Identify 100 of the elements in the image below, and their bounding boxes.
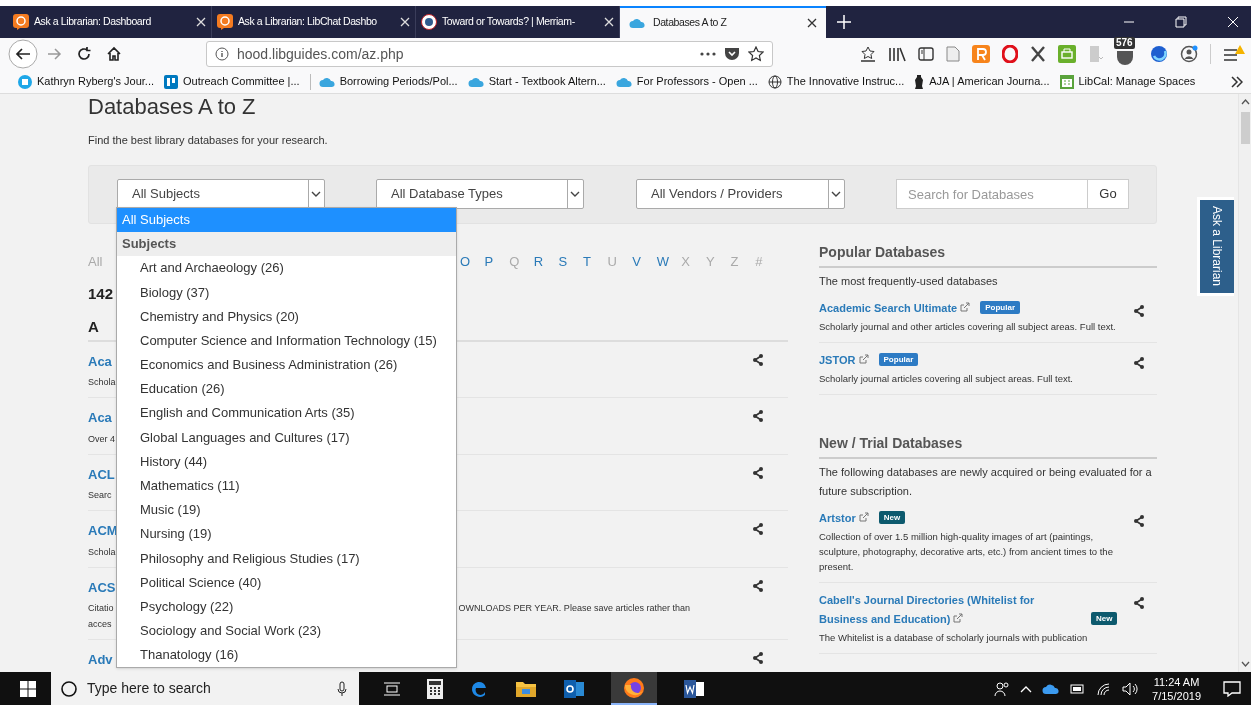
menu-icon[interactable] — [1223, 45, 1245, 63]
firefox-icon[interactable] — [623, 676, 645, 699]
chevron-up-icon[interactable] — [1020, 684, 1033, 693]
share-icon[interactable] — [752, 523, 764, 535]
dropdown-option[interactable]: Art and Archaeology (26) — [117, 256, 456, 281]
dropdown-option[interactable]: Psychology (22) — [117, 594, 456, 619]
clock-date[interactable]: 7/15/2019 — [1152, 688, 1201, 703]
share-icon[interactable] — [752, 466, 764, 479]
dropdown-option[interactable]: Thanatology (16) — [117, 643, 456, 668]
chevron-right-icon[interactable] — [1231, 75, 1243, 88]
dropdown-option[interactable]: Biology (37) — [117, 280, 456, 305]
letter-link[interactable]: V — [632, 251, 657, 272]
share-icon[interactable] — [1133, 304, 1145, 317]
share-icon[interactable] — [1133, 356, 1145, 369]
dropdown-option[interactable]: Economics and Business Administration (26) — [117, 352, 456, 377]
notification-icon[interactable] — [1223, 680, 1241, 697]
back-icon[interactable] — [8, 39, 38, 69]
task-view-icon[interactable] — [383, 680, 401, 697]
database-link[interactable]: Aca — [88, 351, 112, 371]
globe-swirl-icon[interactable] — [1150, 45, 1168, 63]
share-icon[interactable] — [752, 579, 764, 592]
select-field[interactable]: All Database Types — [376, 179, 584, 209]
bookmark[interactable]: Borrowing Periods/Pol... — [318, 73, 458, 90]
dropdown-option[interactable]: History (44) — [117, 449, 456, 474]
address-bar[interactable]: hood.libguides.com/az.php — [206, 41, 773, 67]
go-button[interactable]: Go — [1088, 179, 1129, 209]
library-icon[interactable] — [888, 46, 906, 62]
speaker-icon[interactable] — [1122, 681, 1139, 696]
account-icon[interactable] — [1180, 45, 1198, 63]
word-icon[interactable] — [683, 678, 705, 699]
share-icon[interactable] — [752, 651, 764, 664]
opera-icon[interactable] — [1002, 45, 1018, 63]
letter-link[interactable]: T — [582, 251, 608, 272]
bookmark[interactable]: Kathryn Ryberg's Jour... — [18, 73, 155, 90]
database-link[interactable]: Adv — [88, 649, 113, 669]
search-field[interactable]: Search for Databases — [896, 179, 1088, 209]
share-icon[interactable] — [752, 410, 764, 422]
ask-a-librarian-tab[interactable]: Ask a Librarian — [1200, 200, 1234, 293]
dropdown-option[interactable]: Sociology and Social Work (23) — [117, 618, 456, 643]
reload-icon[interactable] — [76, 46, 92, 62]
database-link[interactable]: ACS — [88, 577, 116, 597]
letter-link[interactable]: S — [558, 251, 583, 272]
bookmark[interactable]: For Professors - Open ... — [615, 73, 758, 90]
dropdown-option[interactable]: Philosophy and Religious Studies (17) — [117, 546, 456, 571]
letter-link[interactable]: P — [484, 251, 510, 272]
dropdown-option[interactable]: Music (19) — [117, 497, 456, 523]
share-icon[interactable] — [1133, 596, 1145, 609]
letter-link[interactable]: W — [656, 251, 682, 272]
pocket-icon[interactable] — [724, 46, 740, 62]
x-icon[interactable] — [1030, 46, 1046, 62]
bookmark[interactable]: The Innovative Instruc... — [767, 73, 905, 90]
database-link[interactable]: ACL — [88, 464, 115, 484]
star-icon[interactable] — [748, 46, 764, 62]
bookmark[interactable]: Start - Textbook Altern... — [467, 73, 606, 90]
dropdown-option[interactable]: Chemistry and Physics (20) — [117, 304, 456, 329]
cloud-icon[interactable] — [1042, 682, 1061, 695]
shield-icon[interactable] — [1116, 49, 1134, 65]
dropdown-option[interactable]: Mathematics (11) — [117, 473, 456, 498]
new-tab-icon[interactable] — [837, 15, 851, 29]
dropdown-option[interactable]: English and Communication Arts (35) — [117, 401, 456, 426]
outlook-icon[interactable] — [563, 678, 585, 699]
sidebar-icon[interactable] — [918, 47, 934, 61]
restore-icon[interactable] — [1175, 16, 1187, 28]
microphone-icon[interactable] — [337, 680, 347, 697]
database-link[interactable]: JSTOR — [819, 350, 869, 370]
scroll-up-icon[interactable] — [1240, 98, 1250, 106]
database-link[interactable]: Academic Search Ultimate — [819, 298, 971, 318]
share-icon[interactable] — [1133, 514, 1145, 527]
database-link[interactable]: Cabell's Journal Directories (Whitelist for Business and Education) — [819, 590, 1081, 629]
windows-start-icon[interactable] — [20, 680, 36, 697]
dropdown-option[interactable]: Computer Science and Information Technology (15) — [117, 328, 456, 353]
calculator-icon[interactable] — [427, 678, 443, 699]
dropdown-option[interactable]: Global Languages and Cultures (17) — [117, 425, 456, 450]
close-icon[interactable] — [807, 18, 817, 28]
taskbar-search-field[interactable]: Type here to search — [51, 672, 359, 705]
folder-icon[interactable] — [515, 679, 537, 698]
bookmark[interactable]: AJA | American Journa... — [914, 73, 1050, 90]
dropdown-option[interactable]: Education (26) — [117, 376, 456, 402]
share-icon[interactable] — [752, 353, 764, 366]
letter-link[interactable]: R — [533, 251, 559, 272]
more-icon[interactable] — [700, 52, 716, 56]
database-link[interactable]: Artstor — [819, 508, 869, 528]
clock-time[interactable]: 11:24 AM — [1153, 674, 1200, 689]
dropdown-option[interactable]: Nursing (19) — [117, 522, 456, 547]
select-field[interactable]: All Subjects — [117, 179, 325, 209]
database-link[interactable]: Aca — [88, 408, 112, 428]
download-star-icon[interactable] — [860, 46, 876, 62]
scroll-thumb[interactable] — [1240, 112, 1250, 144]
bookmark[interactable]: Outreach Committee |... — [164, 73, 300, 90]
extension-icon[interactable] — [972, 45, 990, 63]
bookmark[interactable]: LibCal: Manage Spaces — [1059, 73, 1196, 90]
people-icon[interactable] — [994, 680, 1011, 697]
letter-link[interactable]: O — [460, 251, 485, 272]
scrollbar[interactable] — [1238, 94, 1251, 672]
select-field[interactable]: All Vendors / Providers — [636, 179, 845, 209]
scroll-down-icon[interactable] — [1240, 660, 1250, 668]
browser-tab[interactable]: Databases A to Z — [620, 6, 826, 38]
forward-icon[interactable] — [46, 46, 62, 62]
home-icon[interactable] — [106, 46, 122, 62]
dropdown-option[interactable]: Political Science (40) — [117, 570, 456, 595]
